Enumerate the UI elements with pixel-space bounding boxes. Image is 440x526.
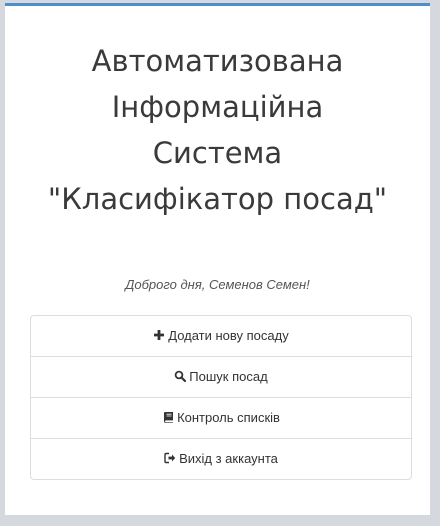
add-position-button[interactable]: Додати нову посаду	[31, 316, 411, 357]
title-line-1: Автоматизована	[91, 44, 344, 78]
control-lists-button[interactable]: Контроль списків	[31, 398, 411, 439]
logout-button[interactable]: Вихід з аккаунта	[31, 439, 411, 479]
main-panel: Автоматизована Інформаційна Система "Кла…	[5, 3, 430, 515]
main-menu: Додати нову посаду Пошук посад Контроль …	[30, 315, 412, 480]
plus-icon	[153, 329, 165, 341]
search-positions-button[interactable]: Пошук посад	[31, 357, 411, 398]
title-line-4: "Класифікатор посад"	[47, 182, 388, 216]
search-icon	[174, 370, 187, 382]
logout-label: Вихід з аккаунта	[179, 451, 278, 466]
control-lists-label: Контроль списків	[177, 410, 280, 425]
title-line-3: Система	[152, 136, 283, 170]
add-position-label: Додати нову посаду	[168, 328, 289, 343]
book-icon	[162, 411, 174, 423]
title-line-2: Інформаційна	[111, 90, 324, 124]
search-positions-label: Пошук посад	[189, 369, 268, 384]
page-title: Автоматизована Інформаційна Система "Кла…	[5, 38, 430, 222]
greeting-text: Доброго дня, Семенов Семен!	[125, 277, 310, 292]
logout-icon	[164, 452, 176, 464]
